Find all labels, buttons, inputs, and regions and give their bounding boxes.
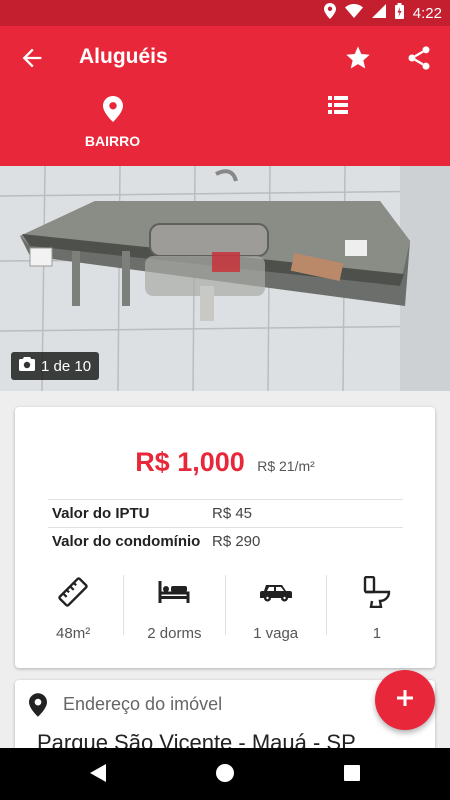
feature-value: 2 dorms	[147, 625, 202, 642]
feature-bedrooms: 2 dorms	[124, 575, 226, 642]
nav-recents-icon[interactable]	[342, 762, 362, 789]
add-button[interactable]	[375, 670, 435, 730]
table-row: Valor do condomínio R$ 290	[48, 527, 403, 555]
detail-label: Valor do IPTU	[52, 505, 150, 522]
bed-icon	[124, 575, 224, 609]
table-row: Valor do IPTU R$ 45	[48, 499, 403, 527]
car-icon	[226, 575, 326, 609]
navigation-bar	[0, 748, 450, 800]
feature-value: 48m²	[56, 625, 91, 642]
location-icon	[323, 3, 336, 23]
rent-price: R$ 1,000	[135, 447, 245, 477]
clock: 4:22	[412, 4, 442, 22]
feature-value: 1	[372, 625, 382, 642]
detail-label: Valor do condomínio	[52, 533, 201, 550]
detail-value: R$ 45	[212, 505, 253, 522]
nav-back-icon[interactable]	[88, 762, 108, 789]
photo-counter: 1 de 10	[41, 357, 92, 375]
tab-list[interactable]	[225, 96, 450, 166]
ruler-icon	[23, 575, 123, 609]
star-icon[interactable]	[344, 44, 372, 72]
wifi-icon	[344, 4, 363, 22]
price-per-sqm: R$ 21/m²	[257, 458, 315, 474]
address-label: Endereço do imóvel	[63, 694, 223, 714]
camera-icon	[19, 357, 35, 375]
share-icon[interactable]	[405, 44, 433, 72]
listing-card: R$ 1,000 R$ 21/m² Valor do IPTU R$ 45 Va…	[15, 407, 435, 668]
tab-bairro[interactable]: BAIRRO	[0, 96, 225, 166]
tab-label: BAIRRO	[84, 133, 141, 149]
location-pin-icon	[29, 693, 47, 722]
feature-area: 48m²	[23, 575, 125, 642]
price-block: R$ 1,000 R$ 21/m²	[15, 447, 435, 478]
detail-value: R$ 290	[212, 533, 261, 550]
feature-bathrooms: 1	[327, 575, 427, 642]
battery-icon	[394, 3, 404, 23]
status-bar: 4:22	[0, 0, 450, 26]
detail-table: Valor do IPTU R$ 45 Valor do condomínio …	[48, 499, 403, 555]
page-title: Aluguéis	[79, 45, 168, 68]
features-row: 48m² 2 dorms 1 vaga 1	[23, 575, 427, 642]
feature-value: 1 vaga	[253, 625, 299, 642]
list-icon	[225, 96, 450, 119]
signal-icon	[371, 4, 386, 22]
arrow-back-icon[interactable]	[18, 44, 46, 72]
plus-icon	[395, 688, 415, 713]
feature-parking: 1 vaga	[226, 575, 327, 642]
photo-counter-badge: 1 de 10	[11, 352, 99, 380]
nav-home-icon[interactable]	[215, 762, 235, 789]
app-toolbar: Aluguéis BAIRRO	[0, 26, 450, 166]
toilet-icon	[327, 575, 427, 609]
map-pin-icon	[0, 96, 225, 127]
